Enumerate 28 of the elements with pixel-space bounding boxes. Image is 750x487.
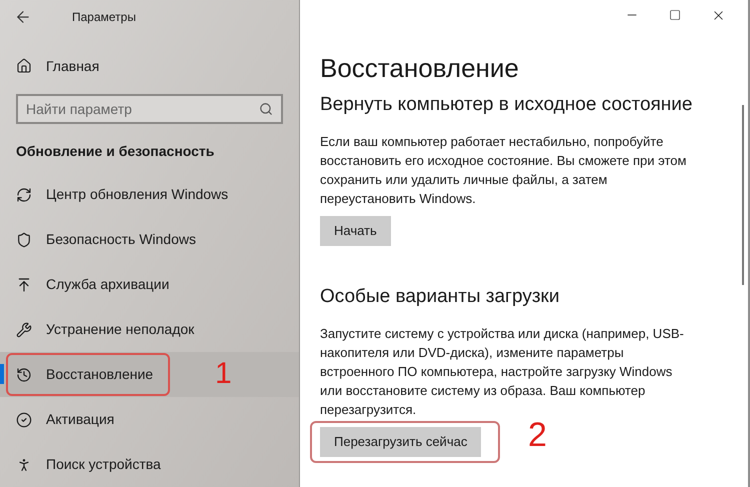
check-circle-icon bbox=[16, 412, 32, 428]
section-heading: Особые варианты загрузки bbox=[320, 285, 560, 309]
description-text: Если ваш компьютер работает нестабильно, попробуйте восстановить его исходное состояние. Вы сможете при этом сохранить или удалить личные файлы, а затем переустановить Windows. bbox=[320, 133, 688, 208]
history-icon bbox=[16, 366, 32, 382]
upload-icon bbox=[16, 276, 32, 292]
selection-bar bbox=[0, 364, 4, 384]
annotation-number: 1 bbox=[215, 356, 232, 392]
wrench-icon bbox=[16, 322, 32, 338]
home-link[interactable]: Главная bbox=[46, 56, 100, 77]
shield-icon bbox=[16, 232, 32, 248]
action-button[interactable]: Начать bbox=[320, 216, 391, 246]
nav-item[interactable]: Безопасность Windows bbox=[0, 217, 299, 262]
refresh-icon bbox=[16, 186, 32, 202]
section-heading: Обновление и безопасность bbox=[16, 142, 216, 161]
nav-item[interactable]: Поиск устройства bbox=[0, 442, 299, 487]
nav-item[interactable]: Активация bbox=[0, 397, 299, 442]
nav-item[interactable]: Восстановление 1 bbox=[0, 352, 299, 397]
section-heading: Вернуть компьютер в исходное состояние bbox=[320, 93, 694, 117]
home-icon[interactable] bbox=[16, 58, 32, 74]
nav-item[interactable]: Устранение неполадок bbox=[0, 307, 299, 352]
nav-item[interactable]: Центр обновления Windows bbox=[0, 172, 299, 217]
maximize-icon[interactable] bbox=[669, 9, 681, 21]
search-field[interactable]: Найти параметр bbox=[16, 94, 283, 124]
action-button[interactable]: Перезагрузить сейчас bbox=[320, 427, 482, 457]
nav-item[interactable]: Служба архивации bbox=[0, 262, 299, 307]
page-title: Восстановление bbox=[320, 52, 520, 85]
window-title: Параметры bbox=[72, 8, 136, 26]
search-icon[interactable] bbox=[259, 102, 273, 116]
